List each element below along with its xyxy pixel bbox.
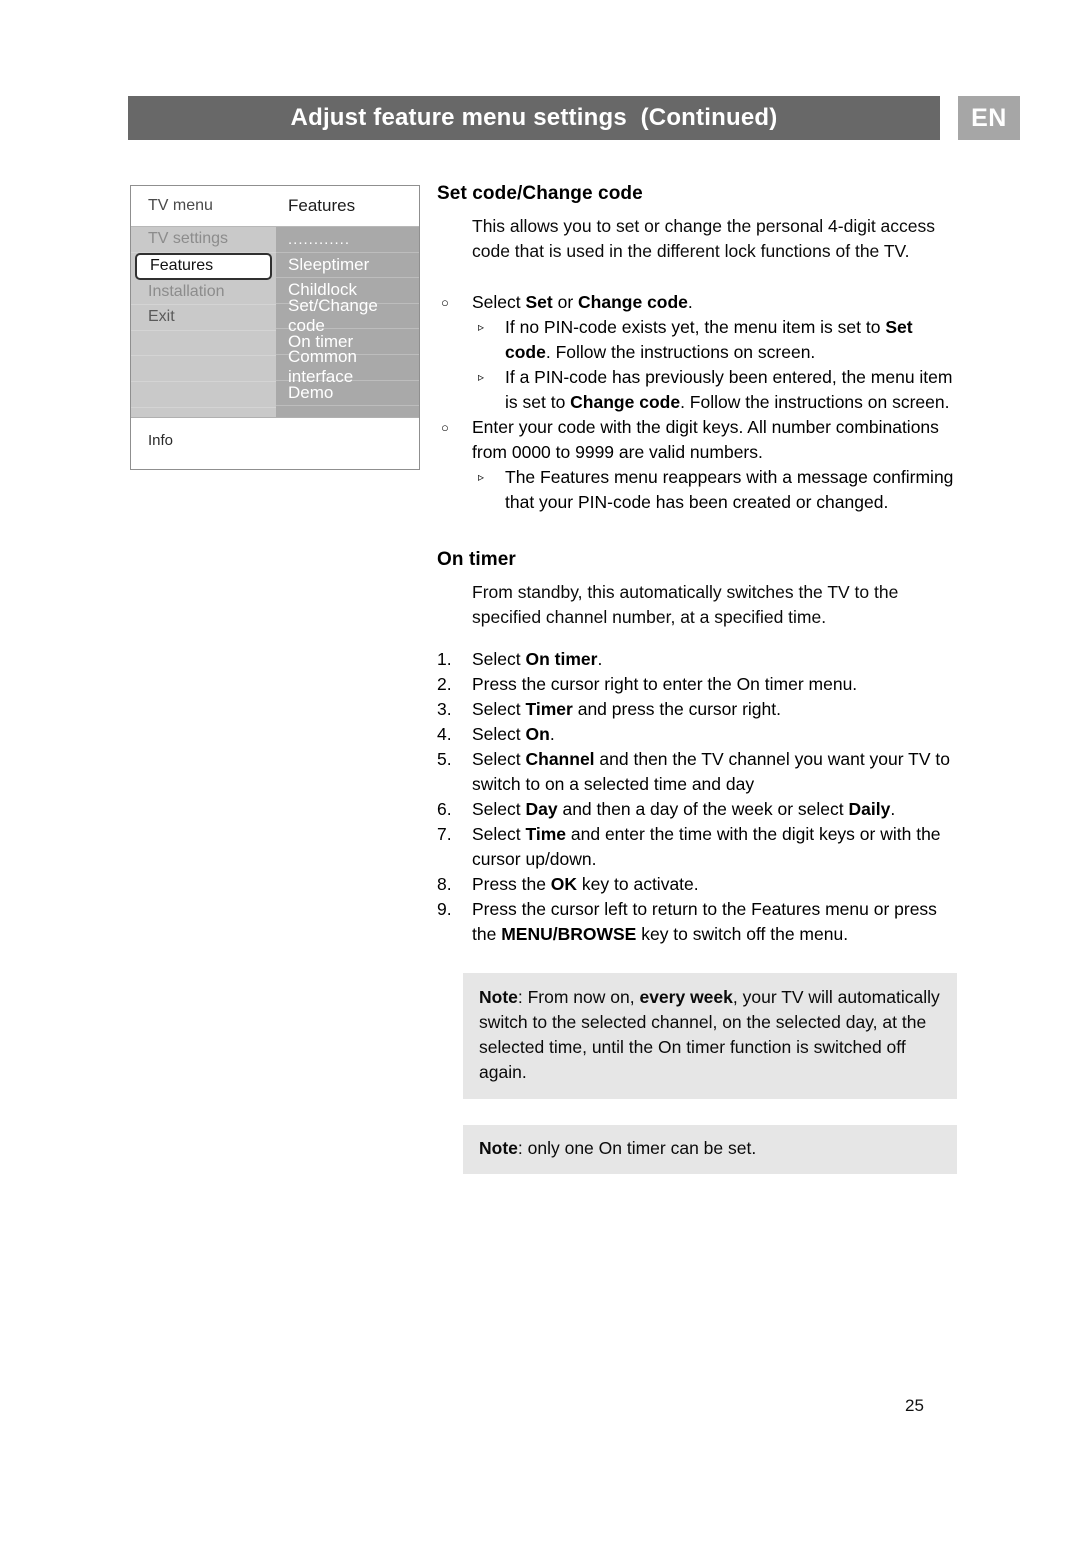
list-item-text: Select On. (472, 724, 555, 744)
heading-on-timer: On timer (437, 549, 516, 570)
tv-menu-item-features[interactable]: Features (135, 252, 272, 280)
set-code-sub-list-1: ▹ If no PIN-code exists yet, the menu it… (472, 315, 957, 415)
list-item: ▹ If no PIN-code exists yet, the menu it… (472, 315, 957, 365)
list-item: Press the cursor left to return to the F… (437, 897, 957, 947)
tv-menu-right-column: ............ Sleeptimer Childlock Set/Ch… (276, 227, 419, 417)
tv-menu-item-exit[interactable]: Exit (131, 305, 276, 331)
note-box-only-one: Note: only one On timer can be set. (463, 1125, 957, 1174)
list-item-text: The Features menu reappears with a messa… (505, 467, 954, 512)
tv-menu-title-left: TV menu (148, 197, 213, 214)
page-title: Adjust feature menu settings (Continued) (290, 104, 778, 131)
tv-menu-title-right: Features (288, 196, 356, 215)
list-item-text: Select Day and then a day of the week or… (472, 799, 896, 819)
list-item: Select On timer. (437, 647, 957, 672)
tv-menu-item-blank-1 (131, 330, 276, 357)
list-item: ▹ The Features menu reappears with a mes… (472, 465, 957, 515)
list-item-text: Press the OK key to activate. (472, 874, 699, 894)
tv-menu-feature-set-change-code[interactable]: Set/Change code (276, 296, 419, 335)
tv-menu-item-tv-settings[interactable]: TV settings (131, 227, 276, 253)
main-content: Set code/Change code This allows you to … (437, 183, 957, 1174)
list-item-text: Select On timer. (472, 649, 603, 669)
list-item: ▹ If a PIN-code has previously been ente… (472, 365, 957, 415)
tv-menu-item-blank-2 (131, 356, 276, 382)
list-item-text: Select Channel and then the TV channel y… (472, 749, 950, 794)
list-item-text: Select Time and enter the time with the … (472, 824, 941, 869)
list-item-text: Enter your code with the digit keys. All… (472, 417, 939, 462)
list-item-text: If no PIN-code exists yet, the menu item… (505, 317, 913, 362)
language-badge-label: EN (971, 103, 1007, 132)
list-item-text: If a PIN-code has previously been entere… (505, 367, 953, 412)
circle-bullet-icon: ○ (441, 295, 449, 310)
tv-menu-left-column: TV settings Features Installation Exit (131, 227, 276, 417)
paragraph-set-code-intro: This allows you to set or change the per… (472, 216, 936, 261)
list-item: ○ Select Set or Change code. ▹ If no PIN… (437, 290, 957, 415)
list-item-text: Select Timer and press the cursor right. (472, 699, 781, 719)
tv-menu-item-installation[interactable]: Installation (131, 279, 276, 306)
list-item: Select Timer and press the cursor right. (437, 697, 957, 722)
on-timer-step-list: Select On timer. Press the cursor right … (437, 647, 957, 947)
list-item-text: Press the cursor right to enter the On t… (472, 674, 858, 694)
set-code-bullet-list: ○ Select Set or Change code. ▹ If no PIN… (437, 290, 957, 515)
tv-menu-info-footer: Info (131, 417, 419, 468)
list-item-text: Press the cursor left to return to the F… (472, 899, 937, 944)
list-item: Select On. (437, 722, 957, 747)
list-item: Select Channel and then the TV channel y… (437, 747, 957, 797)
triangle-bullet-icon: ▹ (478, 370, 485, 384)
tv-menu-item-blank-3 (131, 381, 276, 408)
tv-menu-feature-dots: ............ (276, 227, 419, 253)
page-header-bar: Adjust feature menu settings (Continued) (128, 96, 940, 140)
language-badge: EN (958, 96, 1020, 140)
page-number: 25 (905, 1396, 924, 1415)
list-item-text: Select Set or Change code. (472, 292, 693, 312)
tv-menu-titlebar: TV menu Features (131, 186, 419, 227)
list-item: ○ Enter your code with the digit keys. A… (437, 415, 957, 515)
triangle-bullet-icon: ▹ (478, 320, 485, 334)
list-item: Press the OK key to activate. (437, 872, 957, 897)
tv-menu-feature-common-interface[interactable]: Common interface (276, 347, 419, 386)
heading-set-code: Set code/Change code (437, 183, 643, 204)
triangle-bullet-icon: ▹ (478, 470, 485, 484)
list-item: Press the cursor right to enter the On t… (437, 672, 957, 697)
paragraph-on-timer-intro: From standby, this automatically switche… (472, 582, 899, 627)
tv-menu-feature-sleeptimer[interactable]: Sleeptimer (276, 252, 419, 279)
list-item: Select Day and then a day of the week or… (437, 797, 957, 822)
list-item: Select Time and enter the time with the … (437, 822, 957, 872)
tv-menu-body: TV settings Features Installation Exit .… (131, 227, 419, 417)
note-box-every-week: Note: From now on, every week, your TV w… (463, 973, 957, 1099)
tv-menu-screenshot: TV menu Features TV settings Features In… (130, 185, 420, 470)
set-code-sub-list-2: ▹ The Features menu reappears with a mes… (472, 465, 957, 515)
circle-bullet-icon: ○ (441, 420, 449, 435)
